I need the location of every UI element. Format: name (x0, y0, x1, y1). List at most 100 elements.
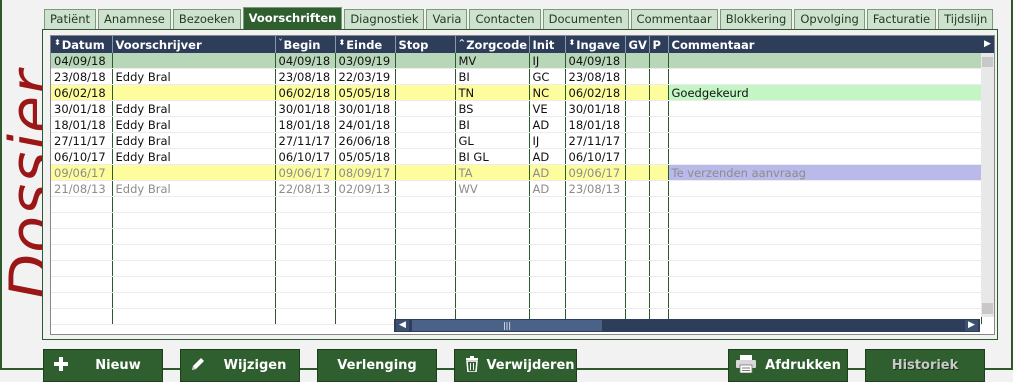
table-cell (625, 164, 650, 181)
sort-arrow-icon: ˅ (278, 37, 283, 47)
column-header-label: GV (628, 37, 647, 52)
tab-11[interactable]: Opvolging (794, 9, 865, 29)
empty-cell (275, 196, 336, 213)
scroll-up-button[interactable] (982, 57, 993, 67)
empty-cell (625, 276, 650, 293)
empty-cell (668, 260, 982, 277)
table-row[interactable]: 18/01/18 Eddy Bral 18/01/18 24/01/18 BI AD 18/… (51, 116, 982, 133)
edit-button[interactable]: Wijzigen (180, 349, 300, 382)
empty-cell (335, 228, 396, 245)
column-header[interactable]: ˅Begin (275, 36, 336, 53)
vertical-scrollbar[interactable]: ▶ (981, 36, 994, 317)
column-header[interactable]: GV (625, 36, 650, 53)
table-cell: TA (455, 164, 530, 181)
table-row[interactable]: 06/02/18 06/02/18 05/05/18 TN NC 06/02/18 Goed… (51, 84, 982, 101)
column-header[interactable]: ^Zorgcode (455, 36, 530, 53)
delete-button[interactable]: Verwijderen (454, 349, 577, 382)
table-cell (395, 132, 456, 149)
column-header-label: Begin (283, 37, 321, 52)
tab-7[interactable]: Contacten (469, 9, 541, 29)
empty-cell (112, 244, 276, 261)
tab-12[interactable]: Facturatie (866, 9, 937, 29)
table-cell: Eddy Bral (112, 116, 276, 133)
table-cell: 09/06/17 (275, 164, 336, 181)
table-cell: 22/03/19 (335, 68, 396, 85)
table-cell: BI (455, 116, 530, 133)
table-row[interactable]: 30/01/18 Eddy Bral 30/01/18 30/01/18 BS VE 30/… (51, 100, 982, 117)
empty-cell (51, 196, 113, 213)
print-button[interactable]: Afdrukken (728, 349, 848, 382)
column-header[interactable]: Stop (395, 36, 456, 53)
table-row[interactable]: 23/08/18 Eddy Bral 23/08/18 22/03/19 BI GC 23/… (51, 68, 982, 85)
table-cell (625, 100, 650, 117)
delete-button-label: Verwijderen (486, 358, 575, 373)
table-cell: 05/05/18 (335, 84, 396, 101)
table-cell: IJ (529, 53, 566, 69)
table-cell: Eddy Bral (112, 132, 276, 149)
empty-cell (455, 292, 530, 309)
table-cell: 23/08/18 (51, 68, 113, 85)
edit-button-label: Wijzigen (223, 358, 287, 373)
empty-cell (529, 276, 566, 293)
table-cell (395, 68, 456, 85)
column-header[interactable]: Commentaar (668, 36, 982, 53)
empty-cell (395, 244, 456, 261)
column-header[interactable]: ⬍Einde (335, 36, 396, 53)
extend-button[interactable]: Verlenging (317, 349, 437, 382)
tab-10[interactable]: Blokkering (719, 9, 793, 29)
empty-cell (649, 276, 669, 293)
empty-cell (649, 212, 669, 229)
table-row[interactable]: 06/10/17 Eddy Bral 06/10/17 05/05/18 BI GL AD… (51, 148, 982, 165)
table-cell: 04/09/18 (51, 53, 113, 69)
table-cell: WV (455, 180, 530, 197)
column-header[interactable]: ⬍Datum (51, 36, 113, 53)
empty-cell (649, 228, 669, 245)
empty-cell (565, 196, 626, 213)
empty-cell (335, 260, 396, 277)
empty-cell (51, 244, 113, 261)
scroll-right-arrow-icon[interactable]: ▶ (981, 36, 994, 53)
table-cell (395, 100, 456, 117)
table-cell (649, 68, 669, 85)
empty-cell (625, 212, 650, 229)
table-cell: 30/01/18 (275, 100, 336, 117)
table-cell (625, 53, 650, 69)
tab-9[interactable]: Commentaar (630, 9, 718, 29)
scroll-right-icon[interactable]: ▶ (965, 320, 978, 331)
tab-3[interactable]: Bezoeken (172, 9, 241, 29)
column-header[interactable]: P (649, 36, 669, 53)
table-cell (649, 53, 669, 69)
table-cell: 30/01/18 (335, 100, 396, 117)
column-header-label: Zorgcode (466, 37, 528, 52)
table-cell (668, 116, 982, 133)
table-row[interactable]: 21/08/13 Eddy Bral 22/08/13 02/09/13 WV AD 23/… (51, 180, 982, 197)
tab-8[interactable]: Documenten (542, 9, 629, 29)
tab-4[interactable]: Voorschriften (242, 7, 343, 29)
new-button[interactable]: Nieuw (43, 349, 163, 382)
tab-1[interactable]: Patiënt (44, 9, 97, 29)
tab-5[interactable]: Diagnostiek (344, 9, 425, 29)
column-header[interactable]: Voorschrijver (112, 36, 276, 53)
table-row[interactable]: 04/09/18 04/09/18 03/09/19 MV IJ 04/09/18 (51, 53, 982, 69)
tab-6[interactable]: Varia (426, 9, 468, 29)
empty-cell (529, 228, 566, 245)
table-cell (649, 148, 669, 165)
empty-cell (668, 212, 982, 229)
table-cell: BI (455, 68, 530, 85)
table-cell: 27/11/17 (51, 132, 113, 149)
horizontal-scrollbar[interactable]: ◀ ||| ▶ (394, 319, 980, 332)
tab-2[interactable]: Anamnese (98, 9, 171, 29)
table-cell: AD (529, 164, 566, 181)
horizontal-scroll-thumb[interactable]: ||| (412, 320, 602, 331)
column-header[interactable]: ⬍Ingave (565, 36, 626, 53)
table-row[interactable]: 09/06/17 09/06/17 08/09/17 TA AD 09/06/17 Te v… (51, 164, 982, 181)
table-row[interactable]: 27/11/17 Eddy Bral 27/11/17 26/06/18 GL IJ 27/… (51, 132, 982, 149)
history-button[interactable]: Historiek (865, 349, 985, 382)
table-cell: 03/09/19 (335, 53, 396, 69)
tab-13[interactable]: Tijdslijn (938, 9, 994, 29)
scroll-left-icon[interactable]: ◀ (396, 320, 409, 331)
column-header[interactable]: Init (529, 36, 566, 53)
table-cell: AD (529, 148, 566, 165)
table-cell: 08/09/17 (335, 164, 396, 181)
scroll-down-button[interactable] (982, 303, 993, 314)
